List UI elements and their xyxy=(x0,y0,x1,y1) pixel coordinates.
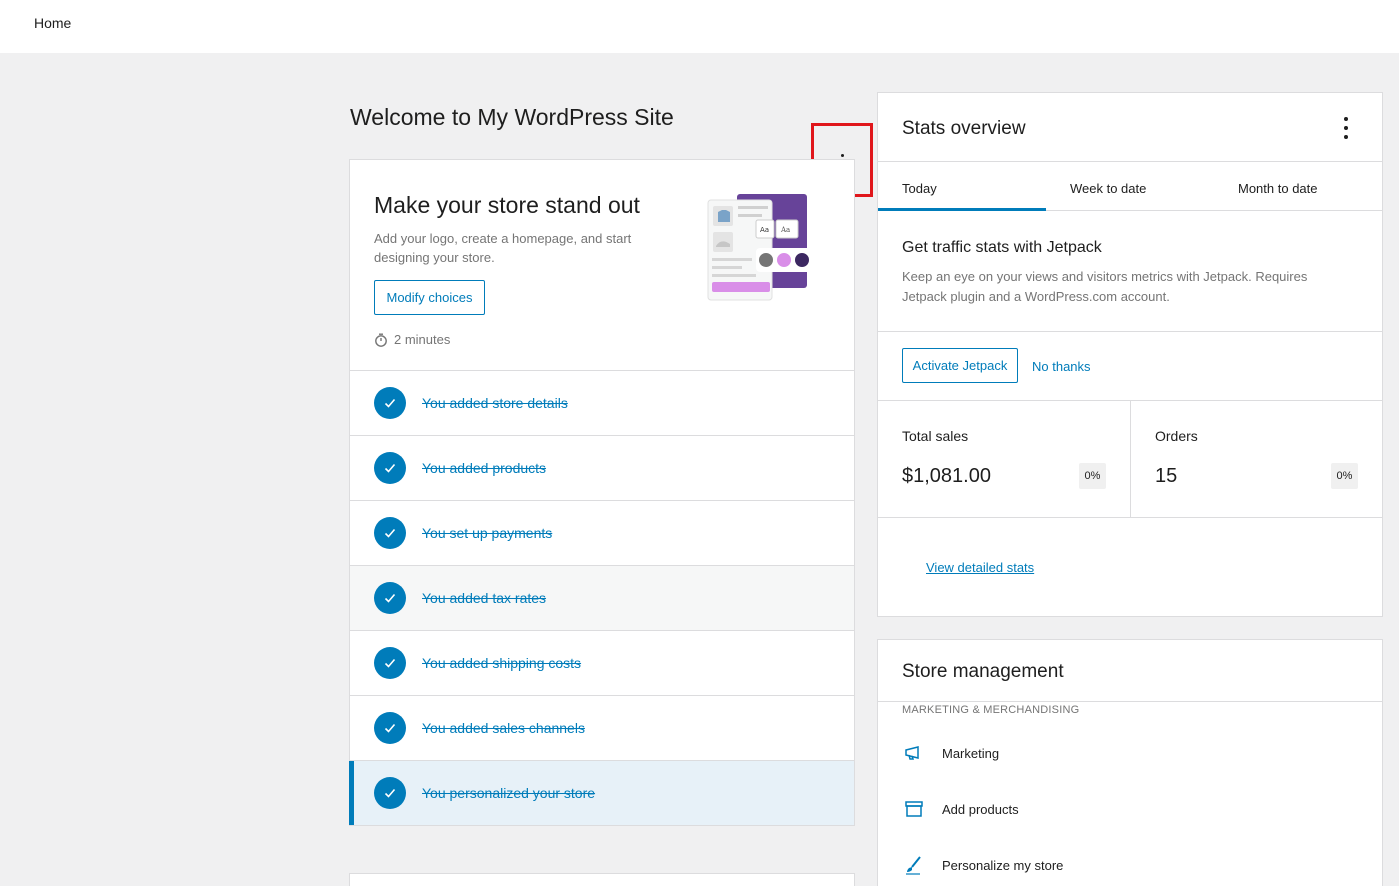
store-item-label: Personalize my store xyxy=(942,857,1064,873)
stats-menu-icon[interactable] xyxy=(1338,117,1354,139)
task-label: You personalized your store xyxy=(422,785,596,801)
check-icon xyxy=(374,517,406,549)
activate-jetpack-button[interactable]: Activate Jetpack xyxy=(902,348,1018,383)
metric-delta-badge: 0% xyxy=(1079,463,1106,489)
metric-value: $1,081.00 xyxy=(902,465,991,487)
setup-description: Add your logo, create a homepage, and st… xyxy=(374,231,632,265)
no-thanks-link[interactable]: No thanks xyxy=(1032,359,1091,374)
jetpack-actions: Activate Jetpack No thanks xyxy=(878,332,1382,401)
category-heading: MARKETING & MERCHANDISING xyxy=(902,704,1080,716)
breadcrumb[interactable]: Home xyxy=(34,15,71,31)
page-title: Welcome to My WordPress Site xyxy=(350,104,674,130)
task-item[interactable]: You added tax rates xyxy=(350,566,854,631)
store-management-card: Store management MARKETING & MERCHANDISI… xyxy=(877,639,1383,886)
stats-title: Stats overview xyxy=(902,118,1026,139)
time-estimate-text: 2 minutes xyxy=(394,332,451,347)
task-list: You added store details You added produc… xyxy=(349,371,854,826)
store-illustration: Aa Aa xyxy=(707,194,814,301)
task-label: You added shipping costs xyxy=(422,655,582,671)
timer-icon xyxy=(375,333,387,347)
next-card xyxy=(349,873,855,886)
stats-overview-card: Stats overview Today Week to date Month … xyxy=(877,92,1383,617)
check-icon xyxy=(374,452,406,484)
stats-tabs: Today Week to date Month to date xyxy=(878,162,1382,211)
metric-value: 15 xyxy=(1155,465,1178,487)
metric-orders[interactable]: Orders 15 0% xyxy=(1130,401,1382,518)
metric-total-sales[interactable]: Total sales $1,081.00 0% xyxy=(878,401,1130,518)
store-item-label: Marketing xyxy=(942,745,1000,761)
store-management-header: Store management xyxy=(878,640,1382,702)
view-detailed-stats-link[interactable]: View detailed stats xyxy=(926,560,1034,575)
setup-title: Make your store stand out xyxy=(374,192,640,218)
brush-icon xyxy=(902,853,926,877)
jetpack-promo: Get traffic stats with Jetpack Keep an e… xyxy=(878,211,1382,332)
modify-choices-button[interactable]: Modify choices xyxy=(374,280,485,315)
store-item-personalize[interactable]: Personalize my store xyxy=(902,853,1063,877)
check-icon xyxy=(374,647,406,679)
metric-delta-badge: 0% xyxy=(1331,463,1358,489)
task-label: You added store details xyxy=(422,395,568,411)
top-bar: Home xyxy=(0,0,1399,53)
stats-metrics: Total sales $1,081.00 0% Orders 15 0% xyxy=(878,401,1382,518)
archive-icon xyxy=(902,797,926,821)
task-item[interactable]: You set up payments xyxy=(350,501,854,566)
jetpack-title: Get traffic stats with Jetpack xyxy=(902,239,1102,256)
megaphone-icon xyxy=(902,741,926,765)
task-item[interactable]: You added shipping costs xyxy=(350,631,854,696)
task-label: You added products xyxy=(422,460,547,476)
task-item[interactable]: You added sales channels xyxy=(350,696,854,761)
task-item[interactable]: You added products xyxy=(350,436,854,501)
check-icon xyxy=(374,582,406,614)
setup-hero: Make your store stand out Add your logo,… xyxy=(350,160,854,371)
tab-week-to-date[interactable]: Week to date xyxy=(1046,162,1214,210)
store-item-add-products[interactable]: Add products xyxy=(902,797,1019,821)
svg-text:Aa: Aa xyxy=(780,226,790,234)
jetpack-description: Keep an eye on your views and visitors m… xyxy=(902,269,1308,304)
time-estimate: 2 minutes xyxy=(374,332,450,347)
svg-text:Aa: Aa xyxy=(760,226,769,234)
task-item[interactable]: You added store details xyxy=(350,371,854,436)
stats-header: Stats overview xyxy=(878,93,1382,162)
task-label: You added sales channels xyxy=(422,720,585,736)
store-item-label: Add products xyxy=(942,801,1019,817)
check-icon xyxy=(374,777,406,809)
task-label: You added tax rates xyxy=(422,590,547,606)
tab-today[interactable]: Today xyxy=(878,162,1046,211)
task-label: You set up payments xyxy=(422,525,553,541)
metric-label: Orders xyxy=(1155,428,1198,444)
check-icon xyxy=(374,387,406,419)
metric-label: Total sales xyxy=(902,428,969,444)
store-management-title: Store management xyxy=(902,661,1064,682)
task-item[interactable]: You personalized your store xyxy=(349,761,854,826)
check-icon xyxy=(374,712,406,744)
store-item-marketing[interactable]: Marketing xyxy=(902,741,999,765)
tab-month-to-date[interactable]: Month to date xyxy=(1214,162,1382,210)
setup-task-card: Make your store stand out Add your logo,… xyxy=(349,159,855,826)
